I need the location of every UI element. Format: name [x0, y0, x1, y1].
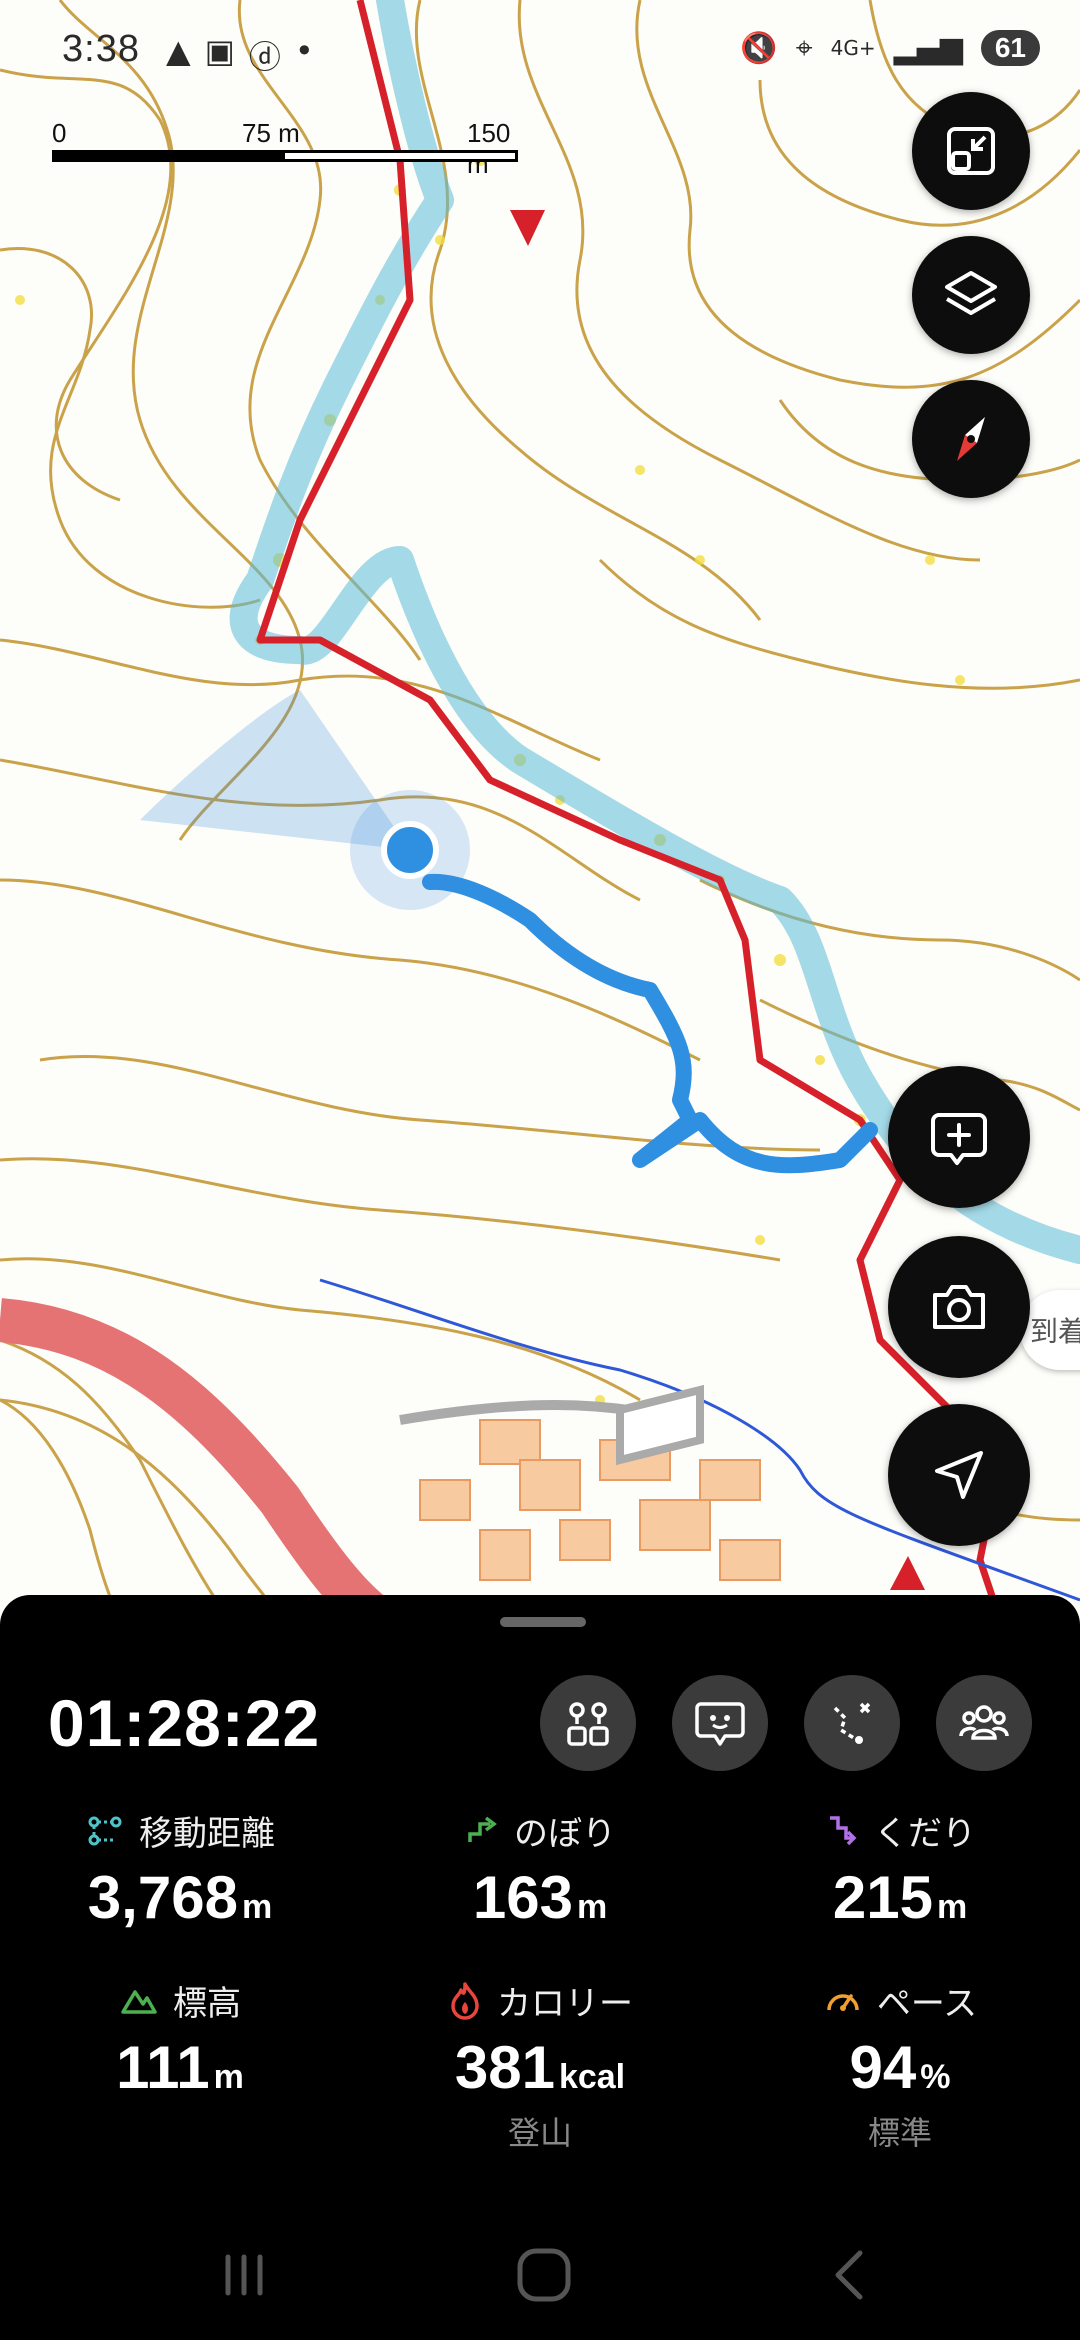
- descent-icon: [830, 1816, 857, 1846]
- stat-descent-label: くだり: [874, 1813, 976, 1854]
- navigate-icon: [935, 1451, 983, 1499]
- checkpoints-icon: [567, 1702, 609, 1746]
- stat-calories-value: 381: [454, 2034, 555, 2101]
- docomo-icon: ⓓ: [248, 38, 281, 76]
- stat-distance: 移動距離 3,768 m: [0, 1805, 360, 1932]
- group-button[interactable]: [936, 1675, 1032, 1771]
- stat-calories-unit: kcal: [558, 2058, 626, 2096]
- flame-icon: [451, 1982, 479, 2020]
- recent-apps-icon[interactable]: [214, 2245, 274, 2305]
- layers-icon: [945, 271, 997, 315]
- route-button[interactable]: [804, 1675, 900, 1771]
- status-bar: 3:38 ▲ ▣ ⓓ • 🔇 ⌖ 4G+ ▂▄▆ 61: [0, 0, 1080, 110]
- system-nav-bar: [0, 2235, 1080, 2340]
- mute-icon: 🔇: [740, 30, 778, 66]
- scale-label-zero: 0: [52, 118, 67, 148]
- elapsed-time: 01:28:22: [48, 1686, 321, 1760]
- panel-actions: [540, 1675, 1032, 1771]
- compass-icon: [957, 417, 985, 461]
- stat-ascent-value: 163: [472, 1864, 573, 1931]
- 4g-signal-icon: 4G+: [830, 36, 876, 60]
- scale-label-max: 150 m: [467, 118, 511, 179]
- activity-panel: 01:28:22 移動距離 3,768 m のぼり 163 m くだり 215 …: [0, 1595, 1080, 2340]
- chat-button[interactable]: [672, 1675, 768, 1771]
- navigate-button[interactable]: [888, 1404, 1030, 1546]
- stat-distance-unit: m: [241, 1888, 273, 1926]
- stat-distance-value: 3,768: [87, 1864, 238, 1931]
- navigation-triangle-icon: ▲: [166, 32, 191, 70]
- layers-button[interactable]: [912, 236, 1030, 354]
- mountain-icon: [121, 1990, 157, 2014]
- camera-icon: [933, 1285, 985, 1329]
- group-icon: [959, 1705, 1009, 1740]
- status-icons-left: ▲ ▣ ⓓ •: [166, 32, 314, 78]
- distance-icon: [88, 1816, 122, 1846]
- camera-button[interactable]: [888, 1236, 1030, 1378]
- stat-altitude: 標高 111 m: [0, 1975, 360, 2102]
- stat-descent-value: 215: [832, 1864, 933, 1931]
- status-time: 3:38: [62, 28, 140, 70]
- add-memo-icon: [931, 1113, 987, 1165]
- stat-calories-label: カロリー: [497, 1983, 633, 2024]
- route-icon: [833, 1702, 871, 1744]
- status-icons-right: 🔇 ⌖ 4G+ ▂▄▆ 61: [740, 30, 1040, 66]
- battery-icon: 61: [980, 30, 1040, 66]
- dot-icon: •: [294, 32, 314, 70]
- arrival-label: 到着: [1030, 1315, 1080, 1348]
- stat-pace-label: ペース: [876, 1983, 978, 2024]
- chat-icon: [695, 1702, 745, 1746]
- home-icon[interactable]: [514, 2245, 574, 2305]
- stat-pace-unit: %: [920, 2058, 951, 2096]
- scale-bar-graphic: [52, 150, 518, 162]
- location-icon: ⌖: [795, 30, 813, 66]
- compass-button[interactable]: [912, 380, 1030, 498]
- stat-ascent: のぼり 163 m: [360, 1805, 720, 1932]
- stat-descent: くだり 215 m: [720, 1805, 1080, 1932]
- stat-descent-unit: m: [936, 1888, 968, 1926]
- stat-distance-label: 移動距離: [139, 1813, 275, 1854]
- scale-bar: 0 75 m 150 m: [52, 118, 522, 179]
- speedometer-icon: [827, 1994, 859, 2011]
- signal-bars-icon: ▂▄▆: [893, 30, 963, 66]
- stat-pace: ペース 94% 標準: [720, 1975, 1080, 2154]
- screenshot-icon: ▣: [204, 32, 235, 70]
- stat-altitude-label: 標高: [173, 1983, 241, 2024]
- drag-handle[interactable]: [500, 1617, 586, 1627]
- stat-altitude-unit: m: [213, 2058, 244, 2096]
- stat-altitude-value: 111: [116, 2034, 210, 2101]
- ascent-icon: [468, 1816, 497, 1842]
- checkpoints-button[interactable]: [540, 1675, 636, 1771]
- stat-calories: カロリー 381 kcal 登山: [360, 1975, 720, 2154]
- fit-screen-icon: [947, 127, 995, 175]
- stat-calories-activity: 登山: [507, 2114, 572, 2152]
- add-memo-button[interactable]: [888, 1066, 1030, 1208]
- map-view[interactable]: [0, 0, 1080, 1620]
- stat-ascent-unit: m: [576, 1888, 608, 1926]
- stat-ascent-label: のぼり: [514, 1813, 616, 1854]
- fit-screen-button[interactable]: [912, 92, 1030, 210]
- scale-label-mid: 75 m: [242, 118, 300, 148]
- back-icon[interactable]: [820, 2245, 880, 2305]
- stat-pace-value: 94: [849, 2034, 917, 2101]
- stat-pace-level: 標準: [867, 2114, 932, 2152]
